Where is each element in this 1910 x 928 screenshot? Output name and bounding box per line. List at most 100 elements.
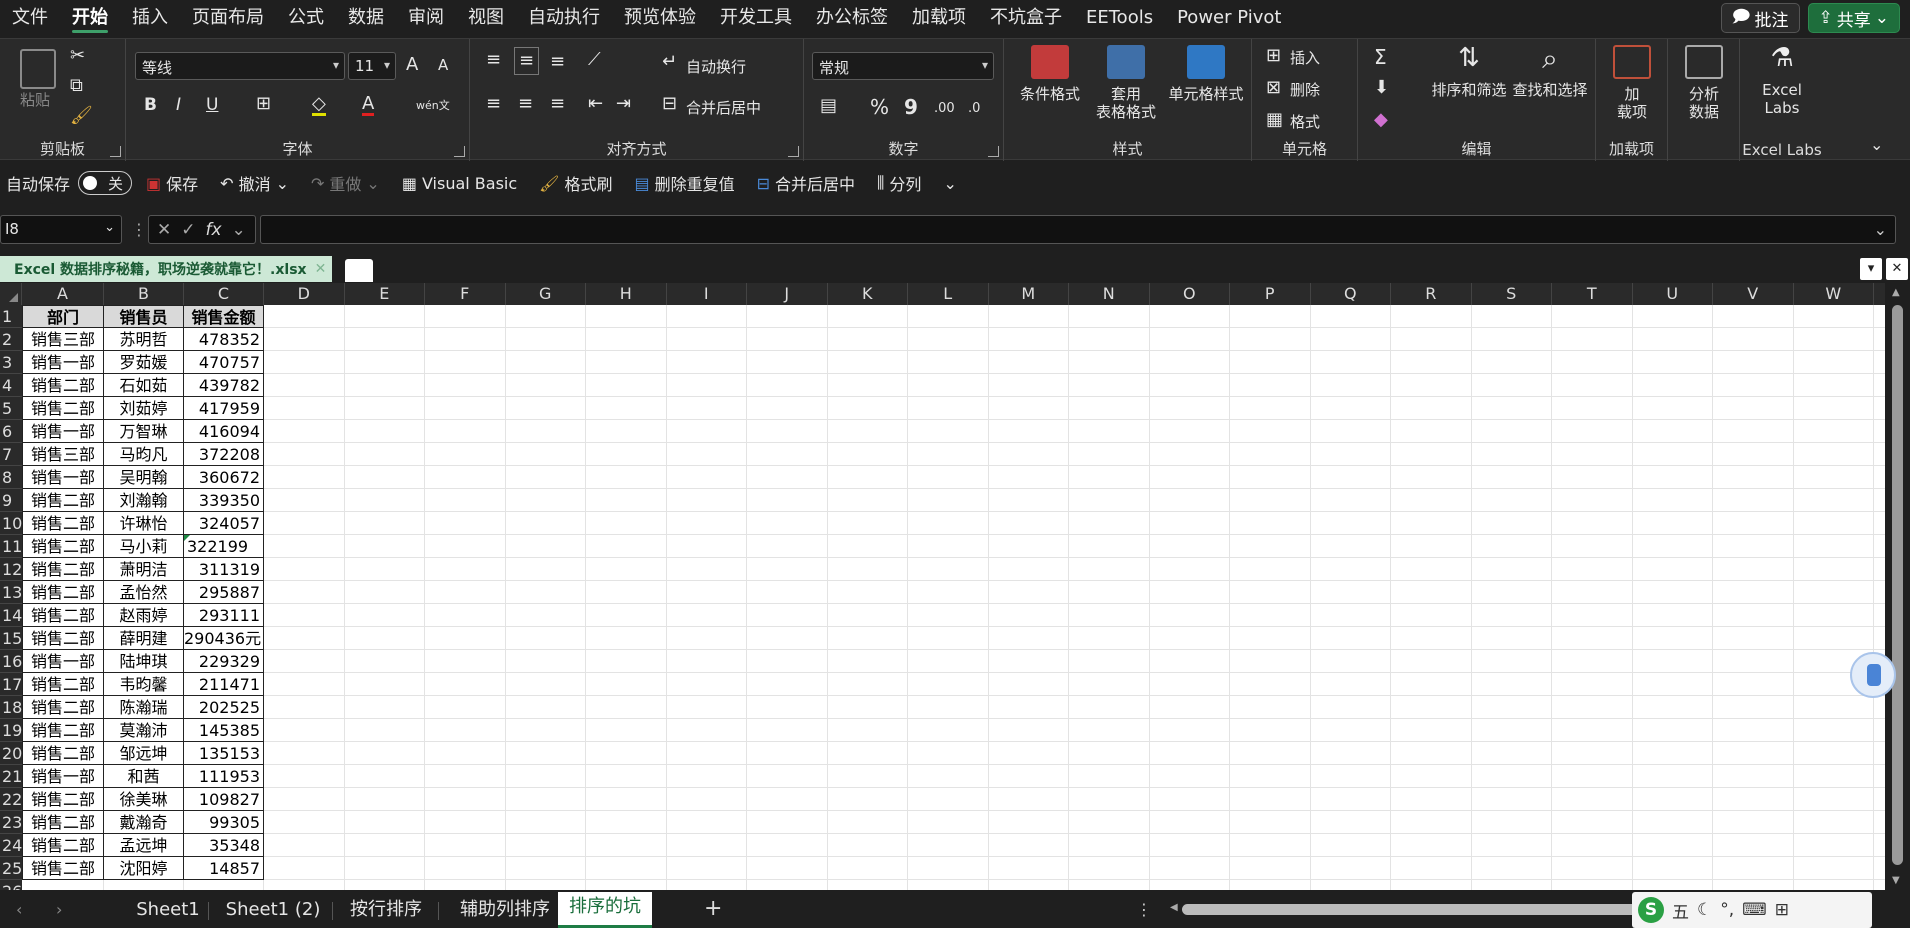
column-header-T[interactable]: T <box>1552 283 1633 305</box>
menu-item-12[interactable]: 加载项 <box>900 0 978 35</box>
align-right-icon[interactable]: ≡ <box>550 95 565 113</box>
menu-item-10[interactable]: 开发工具 <box>708 0 804 35</box>
table-cell[interactable]: 销售三部 <box>22 328 104 351</box>
column-header-P[interactable]: P <box>1230 283 1311 305</box>
share-button[interactable]: ⇪ 共享 ⌄ <box>1807 3 1900 33</box>
table-cell[interactable]: 销售二部 <box>22 558 104 581</box>
table-cell[interactable]: 229329 <box>184 650 264 673</box>
format-as-table-button[interactable]: 套用 表格格式 <box>1088 45 1164 121</box>
percent-button[interactable]: % <box>870 95 889 119</box>
table-cell[interactable]: 销售一部 <box>22 650 104 673</box>
find-select-button[interactable]: ⌕ 查找和选择 <box>1508 45 1592 100</box>
align-top-icon[interactable]: ≡ <box>486 51 501 69</box>
row-header[interactable]: 10 <box>0 512 22 535</box>
table-cell[interactable]: 439782 <box>184 374 264 397</box>
row-header[interactable]: 25 <box>0 857 22 880</box>
header-cell[interactable]: 部门 <box>22 305 104 328</box>
table-cell[interactable]: 罗茹媛 <box>104 351 184 374</box>
borders-icon[interactable]: ⊞ <box>256 95 271 113</box>
format-cells-button[interactable]: 格式 <box>1290 111 1320 132</box>
table-cell[interactable]: 销售一部 <box>22 466 104 489</box>
table-cell[interactable]: 陈瀚瑞 <box>104 696 184 719</box>
row-header[interactable]: 19 <box>0 719 22 742</box>
table-cell[interactable]: 薛明建 <box>104 627 184 650</box>
align-middle-icon[interactable]: ≡ <box>514 47 540 75</box>
cell-styles-button[interactable]: 单元格样式 <box>1162 45 1250 103</box>
row-header[interactable]: 24 <box>0 834 22 857</box>
number-format-select[interactable]: 常规 ▾ <box>812 52 994 80</box>
comma-button[interactable]: 9 <box>904 95 918 119</box>
align-bottom-icon[interactable]: ≡ <box>550 53 565 71</box>
table-cell[interactable]: 销售二部 <box>22 696 104 719</box>
table-cell[interactable]: 销售二部 <box>22 581 104 604</box>
menu-item-1[interactable]: 开始 <box>60 0 120 35</box>
sort-filter-button[interactable]: ⇅ 排序和筛选 <box>1430 45 1508 99</box>
row-header[interactable]: 1 <box>0 305 22 328</box>
row-header[interactable]: 17 <box>0 673 22 696</box>
column-header-N[interactable]: N <box>1069 283 1150 305</box>
cut-icon[interactable]: ✂ <box>70 47 85 65</box>
conditional-format-button[interactable]: 条件格式 <box>1012 45 1088 103</box>
table-cell[interactable]: 417959 <box>184 397 264 420</box>
row-header[interactable]: 21 <box>0 765 22 788</box>
clear-icon[interactable]: ◆ <box>1374 111 1388 129</box>
table-cell[interactable]: 马小莉 <box>104 535 184 558</box>
row-header[interactable]: 11 <box>0 535 22 558</box>
table-cell[interactable]: 销售二部 <box>22 397 104 420</box>
shrink-font-button[interactable]: A <box>438 56 448 74</box>
table-cell[interactable]: 35348 <box>184 834 264 857</box>
merge-center-button[interactable]: 合并后居中 <box>686 97 761 118</box>
column-header-D[interactable]: D <box>264 283 345 305</box>
table-cell[interactable]: 销售三部 <box>22 443 104 466</box>
table-cell[interactable]: 吴明翰 <box>104 466 184 489</box>
insert-cells-button[interactable]: 插入 <box>1290 47 1320 68</box>
table-cell[interactable]: 销售一部 <box>22 351 104 374</box>
table-cell[interactable]: 刘瀚翰 <box>104 489 184 512</box>
table-cell[interactable]: 石如茹 <box>104 374 184 397</box>
table-cell[interactable]: 339350 <box>184 489 264 512</box>
table-cell[interactable]: 徐美琳 <box>104 788 184 811</box>
table-cell[interactable]: 苏明哲 <box>104 328 184 351</box>
column-header-R[interactable]: R <box>1391 283 1472 305</box>
decrease-decimal-button[interactable]: .0 <box>968 101 980 116</box>
table-cell[interactable]: 324057 <box>184 512 264 535</box>
column-header-J[interactable]: J <box>747 283 828 305</box>
menu-item-11[interactable]: 办公标签 <box>804 0 900 35</box>
table-cell[interactable]: 赵雨婷 <box>104 604 184 627</box>
increase-indent-icon[interactable]: ⇥ <box>616 95 631 113</box>
scroll-down-icon[interactable]: ▼ <box>1892 875 1900 886</box>
table-cell[interactable]: 销售二部 <box>22 512 104 535</box>
table-cell[interactable]: 萧明洁 <box>104 558 184 581</box>
vertical-scroll-thumb[interactable] <box>1892 305 1903 865</box>
punctuation-icon[interactable]: °, <box>1720 900 1734 920</box>
table-cell[interactable]: 许琳怡 <box>104 512 184 535</box>
accounting-icon[interactable]: ▤ <box>820 97 837 115</box>
ime-logo-icon[interactable]: S <box>1638 897 1664 923</box>
table-cell[interactable]: 刘茹婷 <box>104 397 184 420</box>
sheet-tab-4[interactable]: 排序的坑 <box>558 892 652 928</box>
row-header[interactable]: 18 <box>0 696 22 719</box>
insert-function-button[interactable]: fx <box>206 220 222 240</box>
table-cell[interactable]: 99305 <box>184 811 264 834</box>
sheet-tab-3[interactable]: 辅助列排序 <box>440 892 570 928</box>
table-cell[interactable]: 沈阳婷 <box>104 857 184 880</box>
bold-button[interactable]: B <box>144 95 157 115</box>
table-cell[interactable]: 销售二部 <box>22 742 104 765</box>
paste-icon[interactable] <box>20 49 56 89</box>
column-header-K[interactable]: K <box>828 283 908 305</box>
table-cell[interactable]: 销售二部 <box>22 719 104 742</box>
header-cell[interactable]: 销售员 <box>104 305 184 328</box>
table-cell[interactable]: 295887 <box>184 581 264 604</box>
menu-item-15[interactable]: Power Pivot <box>1165 0 1293 35</box>
menu-item-14[interactable]: EETools <box>1074 0 1165 35</box>
paste-button[interactable]: 粘贴 <box>20 89 50 110</box>
header-cell[interactable]: 销售金额 <box>184 305 264 328</box>
table-cell[interactable]: 莫瀚沛 <box>104 719 184 742</box>
table-cell[interactable]: 和茜 <box>104 765 184 788</box>
table-cell[interactable]: 销售二部 <box>22 834 104 857</box>
table-cell[interactable]: 销售二部 <box>22 811 104 834</box>
table-cell[interactable]: 322199 <box>184 535 264 558</box>
wrap-text-button[interactable]: 自动换行 <box>686 56 746 77</box>
comment-button[interactable]: 🗩 批注 <box>1720 3 1800 33</box>
menu-item-13[interactable]: 不坑盒子 <box>978 0 1074 35</box>
